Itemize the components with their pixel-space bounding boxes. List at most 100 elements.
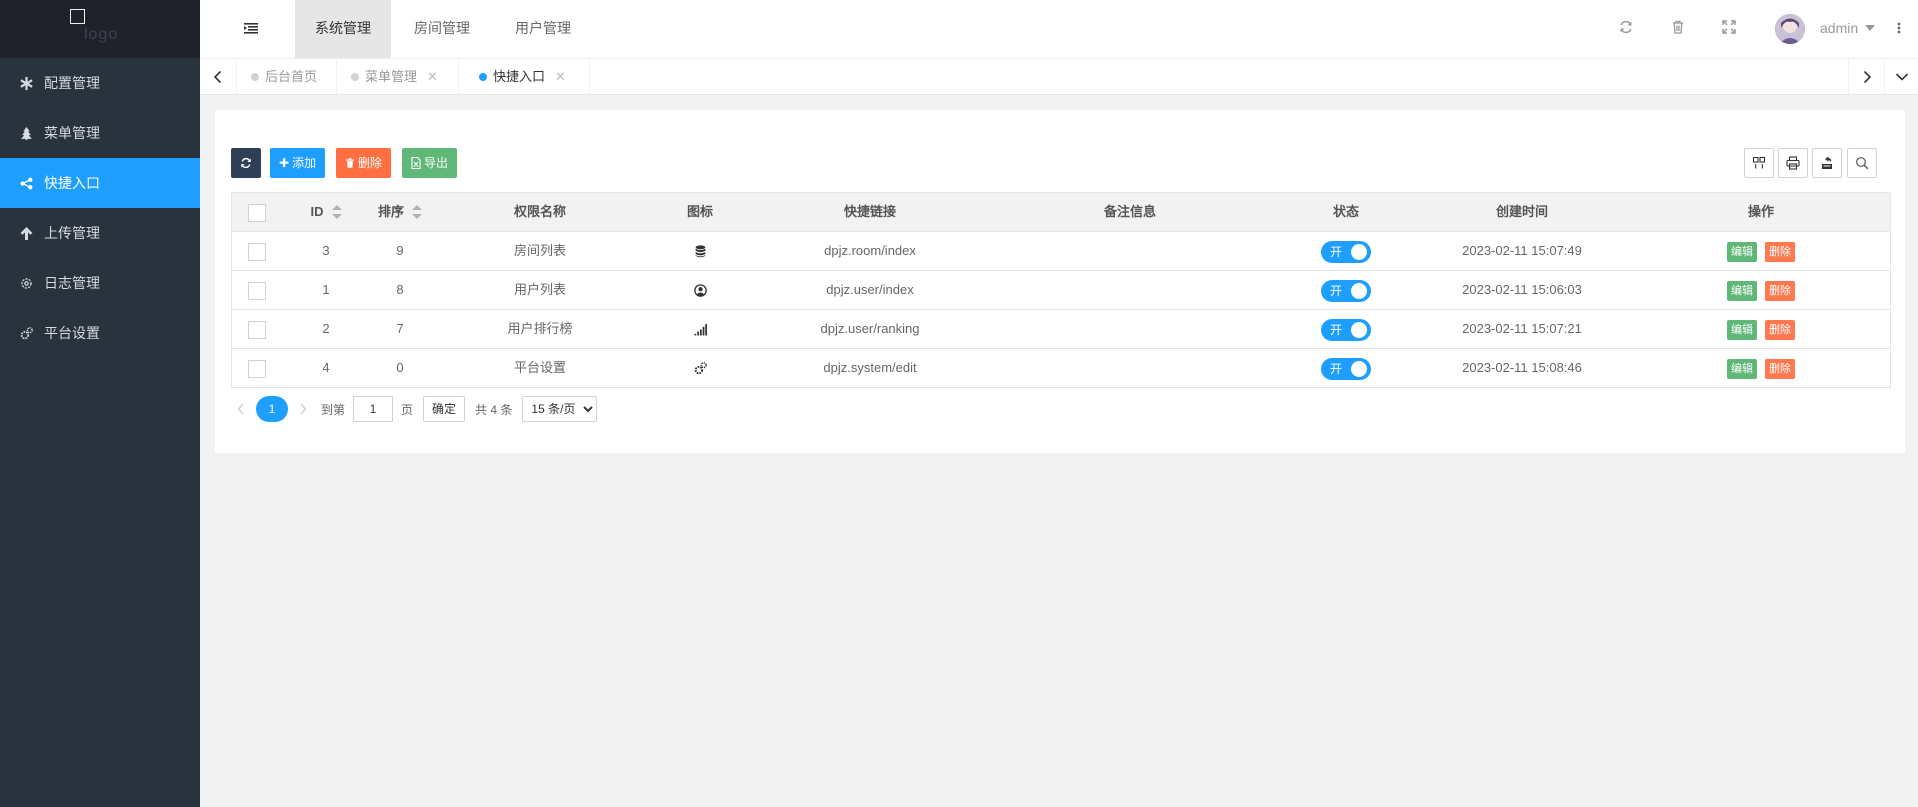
toggle-knob (1351, 360, 1367, 377)
column-filter-button[interactable] (1744, 148, 1774, 178)
cell-sort: 7 (396, 321, 404, 336)
export-button[interactable]: 导出 (402, 148, 458, 178)
cell-name: 用户排行榜 (507, 321, 573, 336)
caret-down-icon[interactable] (1865, 25, 1875, 31)
asterisk-icon (18, 75, 34, 91)
more-vertical-icon[interactable] (1897, 20, 1901, 36)
cell-created: 2023-02-11 15:07:21 (1462, 321, 1582, 336)
column-header-sort[interactable]: 排序 (360, 193, 440, 231)
pagination: 1 到第 页 确定 共 4 条 15 条/页 (231, 396, 598, 422)
print-button[interactable] (1778, 148, 1808, 178)
search-icon (1856, 157, 1869, 170)
status-toggle[interactable]: 开 (1321, 240, 1371, 263)
edit-button[interactable]: 编辑 (1727, 319, 1757, 340)
sidebar-item-shortcut[interactable]: 快捷入口 (0, 158, 200, 208)
cell-actions: 编辑 删除 (1632, 232, 1890, 270)
delete-row-button[interactable]: 删除 (1765, 241, 1795, 262)
avatar[interactable] (1775, 14, 1805, 44)
page-number-current[interactable]: 1 (256, 396, 288, 422)
toggle-knob (1351, 321, 1367, 338)
cell-sort: 0 (396, 360, 404, 375)
table-header-row: ID 排序 权限名称 图标 快捷链接 备注信息 状态 创建时间 操作 (232, 193, 1890, 232)
tab-menu-manage[interactable]: 菜单管理 ✕ (337, 59, 459, 94)
toggle-knob (1351, 243, 1367, 260)
row-checkbox[interactable] (248, 360, 266, 378)
goto-page-input[interactable] (353, 396, 394, 422)
top-tab-system[interactable]: 系统管理 (295, 0, 391, 58)
sidebar-item-platform[interactable]: 平台设置 (0, 308, 200, 358)
add-button[interactable]: ✚ 添加 (270, 148, 326, 178)
sidebar-item-upload[interactable]: 上传管理 (0, 208, 200, 258)
cell-actions: 编辑 删除 (1632, 349, 1890, 387)
signal-icon (694, 324, 707, 336)
goto-confirm-button[interactable]: 确定 (423, 396, 466, 422)
chevron-left-icon[interactable] (200, 59, 237, 94)
refresh-button[interactable] (231, 148, 261, 178)
delete-row-button[interactable]: 删除 (1765, 358, 1795, 379)
column-header-name: 权限名称 (513, 204, 566, 219)
select-all-checkbox[interactable] (248, 204, 266, 222)
edit-button[interactable]: 编辑 (1727, 241, 1757, 262)
delete-row-button[interactable]: 删除 (1765, 280, 1795, 301)
toggle-knob (1351, 282, 1367, 299)
row-checkbox[interactable] (248, 321, 266, 339)
page-tab-strip: 后台首页 菜单管理 ✕ 快捷入口 ✕ (200, 59, 1918, 95)
cell-sort: 8 (396, 282, 404, 297)
sidebar-item-label: 配置管理 (44, 75, 100, 91)
edit-button[interactable]: 编辑 (1727, 280, 1757, 301)
sort-icon[interactable] (331, 204, 342, 219)
status-toggle[interactable]: 开 (1321, 357, 1371, 380)
tab-shortcut[interactable]: 快捷入口 ✕ (459, 59, 590, 94)
prev-page-icon[interactable] (231, 396, 251, 422)
cell-created: 2023-02-11 15:07:49 (1462, 243, 1582, 258)
sidebar-item-config[interactable]: 配置管理 (0, 58, 200, 108)
page-size-select[interactable]: 15 条/页 (522, 396, 598, 422)
cell-id: 3 (322, 243, 330, 258)
search-button[interactable] (1847, 148, 1877, 178)
delete-row-button[interactable]: 删除 (1765, 319, 1795, 340)
sidebar: logo 配置管理 菜单管理 快捷入口 上传管理 日志管理 平台设置 (0, 0, 200, 807)
edit-button[interactable]: 编辑 (1727, 358, 1757, 379)
share-icon (18, 175, 34, 191)
logo-text: logo (84, 26, 119, 43)
sort-icon[interactable] (412, 204, 422, 219)
status-toggle[interactable]: 开 (1321, 279, 1371, 302)
top-tab-user[interactable]: 用户管理 (495, 0, 591, 58)
columns-icon (1752, 156, 1766, 169)
add-button-label: 添加 (292, 156, 317, 170)
column-header-status: 状态 (1332, 204, 1359, 219)
sidebar-toggle-icon[interactable] (243, 20, 259, 36)
row-checkbox[interactable] (248, 243, 266, 261)
delete-button[interactable]: 删除 (336, 148, 392, 178)
tab-home[interactable]: 后台首页 (237, 59, 337, 94)
chevron-down-icon[interactable] (1884, 59, 1918, 94)
tab-status-dot (351, 72, 359, 81)
next-page-icon[interactable] (293, 396, 313, 422)
column-header-remark: 备注信息 (1103, 204, 1156, 219)
status-toggle[interactable]: 开 (1321, 318, 1371, 341)
refresh-icon[interactable] (1618, 19, 1634, 35)
cell-link: dpjz.user/ranking (820, 321, 920, 336)
username[interactable]: admin (1820, 20, 1858, 36)
tab-label: 快捷入口 (493, 69, 546, 84)
export-table-button[interactable] (1812, 148, 1842, 178)
logo[interactable]: logo (0, 0, 200, 58)
tab-label: 后台首页 (265, 69, 318, 84)
fullscreen-icon[interactable] (1721, 19, 1737, 35)
chevron-right-icon[interactable] (1848, 59, 1885, 94)
column-header-created: 创建时间 (1495, 204, 1548, 219)
sidebar-item-menu[interactable]: 菜单管理 (0, 108, 200, 158)
trash-icon[interactable] (1670, 19, 1686, 35)
sidebar-item-log[interactable]: 日志管理 (0, 258, 200, 308)
table-row: 1 8 用户列表 dpjz.user/index 开 2023-02-11 15… (232, 271, 1890, 310)
column-header-icon: 图标 (686, 204, 713, 219)
table-row: 3 9 房间列表 dpjz.room/index 开 2023-02-11 15… (232, 232, 1890, 271)
row-checkbox[interactable] (248, 282, 266, 300)
column-header-id[interactable]: ID (292, 193, 360, 231)
close-icon[interactable]: ✕ (427, 69, 438, 84)
delete-button-label: 删除 (358, 156, 383, 170)
cell-link: dpjz.system/edit (823, 360, 917, 375)
top-tab-room[interactable]: 房间管理 (394, 0, 490, 58)
close-icon[interactable]: ✕ (555, 69, 566, 84)
cell-link: dpjz.user/index (826, 282, 914, 297)
